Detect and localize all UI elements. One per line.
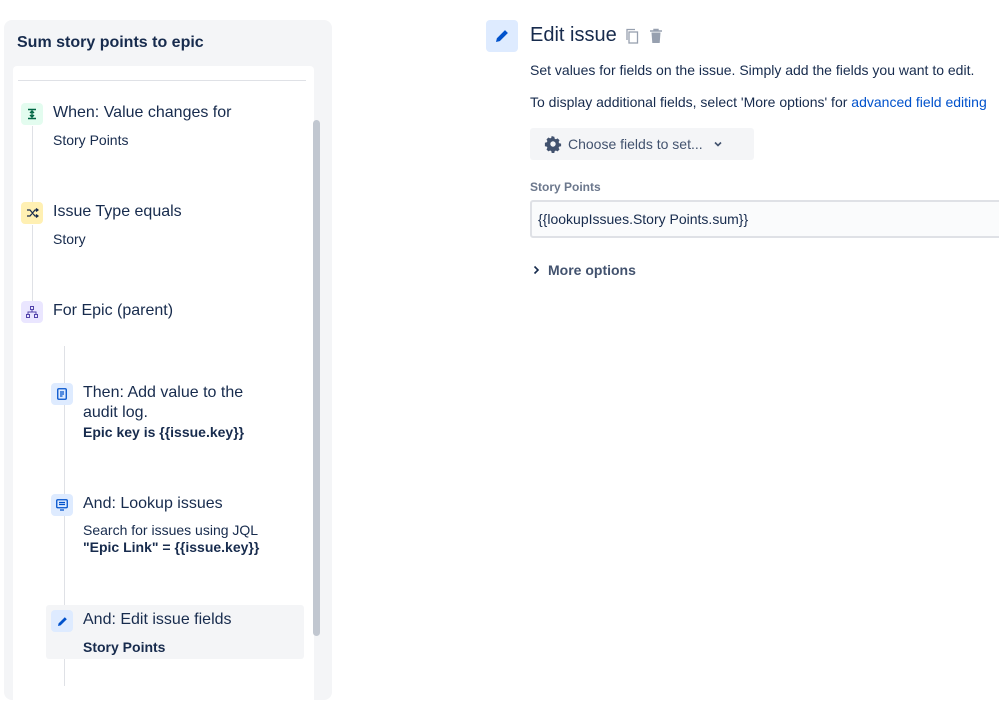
rule-component-audit-log[interactable]: Then: Add value to the audit log. Epic k… <box>50 382 300 444</box>
condition-shuffle-icon <box>21 202 43 224</box>
component-title-line2: audit log. <box>83 404 148 421</box>
component-detail: Story Points <box>83 639 166 655</box>
component-subtitle: Story <box>53 231 86 247</box>
component-title: And: Lookup issues <box>83 495 223 512</box>
gear-icon <box>544 135 562 153</box>
advanced-fields-hint-text: To display additional fields, select 'Mo… <box>530 94 852 110</box>
chevron-right-icon <box>532 265 540 275</box>
rule-title: Sum story points to epic <box>17 34 204 51</box>
edit-pencil-icon <box>486 20 518 52</box>
scrollbar-thumb[interactable] <box>313 120 320 636</box>
component-title: When: Value changes for <box>53 104 232 121</box>
component-detail: Epic key is {{issue.key}} <box>83 424 245 440</box>
copy-icon[interactable] <box>623 27 641 45</box>
component-subtitle: Story Points <box>53 132 129 148</box>
divider <box>18 80 306 81</box>
component-title: And: Edit issue fields <box>83 611 232 628</box>
component-title: For Epic (parent) <box>53 302 174 319</box>
advanced-fields-hint: To display additional fields, select 'Mo… <box>530 94 987 110</box>
component-subtitle: Search for issues using JQL <box>83 522 259 538</box>
component-detail: "Epic Link" = {{issue.key}} <box>83 539 260 555</box>
choose-fields-label: Choose fields to set... <box>568 136 703 152</box>
chevron-down-icon <box>713 139 723 149</box>
story-points-label: Story Points <box>530 180 601 194</box>
rule-component-branch[interactable]: For Epic (parent) <box>20 300 300 330</box>
component-title-line1: Then: Add value to the <box>83 384 244 401</box>
rule-component-condition[interactable]: Issue Type equals Story <box>20 201 300 251</box>
edit-pencil-icon <box>51 610 73 632</box>
edit-description: Set values for fields on the issue. Simp… <box>530 62 975 78</box>
rule-component-edit-issue[interactable]: And: Edit issue fields Story Points <box>50 609 300 659</box>
rule-component-trigger[interactable]: When: Value changes for Story Points <box>20 102 300 152</box>
audit-log-icon <box>51 383 73 405</box>
story-points-input[interactable]: {{lookupIssues.Story Points.sum}} <box>530 200 999 238</box>
advanced-field-editing-link[interactable]: advanced field editing <box>851 94 986 110</box>
rule-component-lookup-issues[interactable]: And: Lookup issues Search for issues usi… <box>50 493 300 557</box>
choose-fields-button[interactable]: Choose fields to set... <box>530 128 754 160</box>
delete-trash-icon[interactable] <box>647 27 665 45</box>
more-options-label: More options <box>548 262 636 278</box>
trigger-icon <box>21 103 43 125</box>
component-title: Issue Type equals <box>53 203 182 220</box>
more-options-toggle[interactable]: More options <box>530 262 636 278</box>
branch-hierarchy-icon <box>21 301 43 323</box>
lookup-issues-icon <box>51 494 73 516</box>
edit-issue-title: Edit issue <box>530 24 617 46</box>
